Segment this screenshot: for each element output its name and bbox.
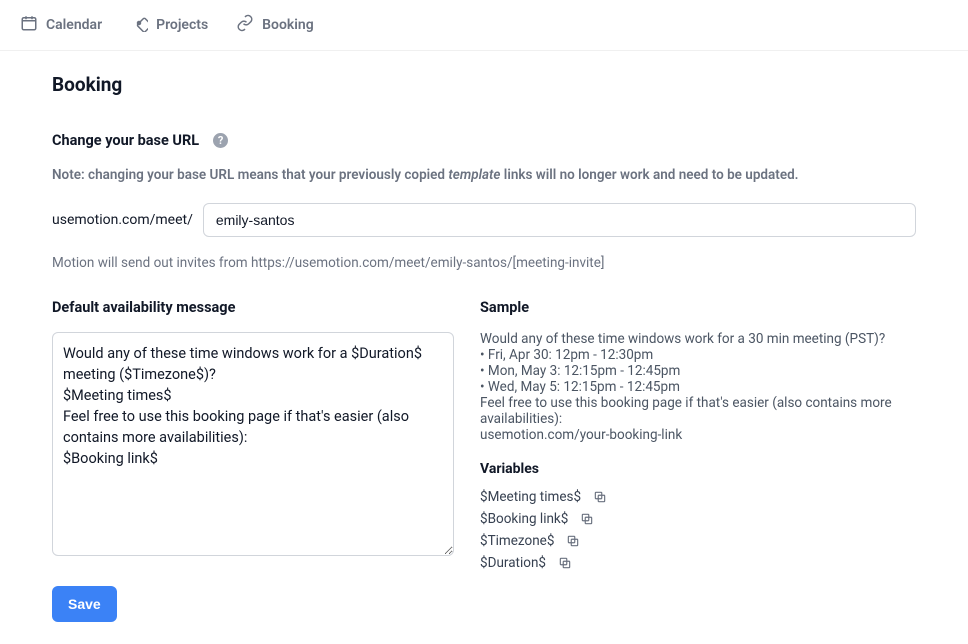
variable-label: $Meeting times$ [480, 489, 581, 505]
sample-text: Would any of these time windows work for… [480, 332, 916, 443]
two-column-section: Default availability message Save Sample… [52, 299, 916, 622]
nav-calendar[interactable]: Calendar [20, 14, 102, 36]
copy-icon[interactable] [580, 512, 594, 526]
variables-heading: Variables [480, 461, 916, 477]
base-url-row: usemotion.com/meet/ [52, 203, 916, 237]
help-icon[interactable]: ? [213, 133, 228, 148]
base-url-heading: Change your base URL [52, 132, 199, 149]
link-icon [236, 14, 254, 36]
sample-heading: Sample [480, 299, 916, 316]
availability-heading: Default availability message [52, 299, 454, 316]
nav-calendar-label: Calendar [46, 17, 102, 33]
copy-icon[interactable] [593, 490, 607, 504]
base-url-note-suffix: links will no longer work and need to be… [500, 167, 798, 183]
availability-message-input[interactable] [52, 332, 454, 556]
copy-icon[interactable] [566, 534, 580, 548]
base-url-note: Note: changing your base URL means that … [52, 167, 916, 183]
copy-icon[interactable] [558, 556, 572, 570]
variable-label: $Duration$ [480, 555, 546, 571]
variable-label: $Booking link$ [480, 511, 568, 527]
variable-row: $Booking link$ [480, 511, 916, 527]
projects-icon [130, 14, 148, 36]
variable-row: $Meeting times$ [480, 489, 916, 505]
invite-note: Motion will send out invites from https:… [52, 255, 916, 271]
calendar-icon [20, 14, 38, 36]
sample-column: Sample Would any of these time windows w… [480, 299, 916, 622]
base-url-prefix: usemotion.com/meet/ [52, 212, 193, 228]
base-url-input[interactable] [203, 203, 916, 237]
variable-label: $Timezone$ [480, 533, 554, 549]
main-content: Booking Change your base URL ? Note: cha… [0, 51, 968, 644]
nav-projects-label: Projects [156, 17, 208, 33]
variable-row: $Duration$ [480, 555, 916, 571]
variable-row: $Timezone$ [480, 533, 916, 549]
base-url-note-italic: template [448, 167, 500, 183]
nav-projects[interactable]: Projects [130, 14, 208, 36]
base-url-note-prefix: Note: changing your base URL means that … [52, 167, 448, 183]
top-nav: Calendar Projects Booking [0, 0, 968, 51]
nav-booking[interactable]: Booking [236, 14, 314, 36]
nav-booking-label: Booking [262, 17, 314, 33]
save-button[interactable]: Save [52, 586, 117, 622]
base-url-heading-row: Change your base URL ? [52, 132, 916, 149]
availability-column: Default availability message Save [52, 299, 454, 622]
page-title: Booking [52, 73, 916, 96]
